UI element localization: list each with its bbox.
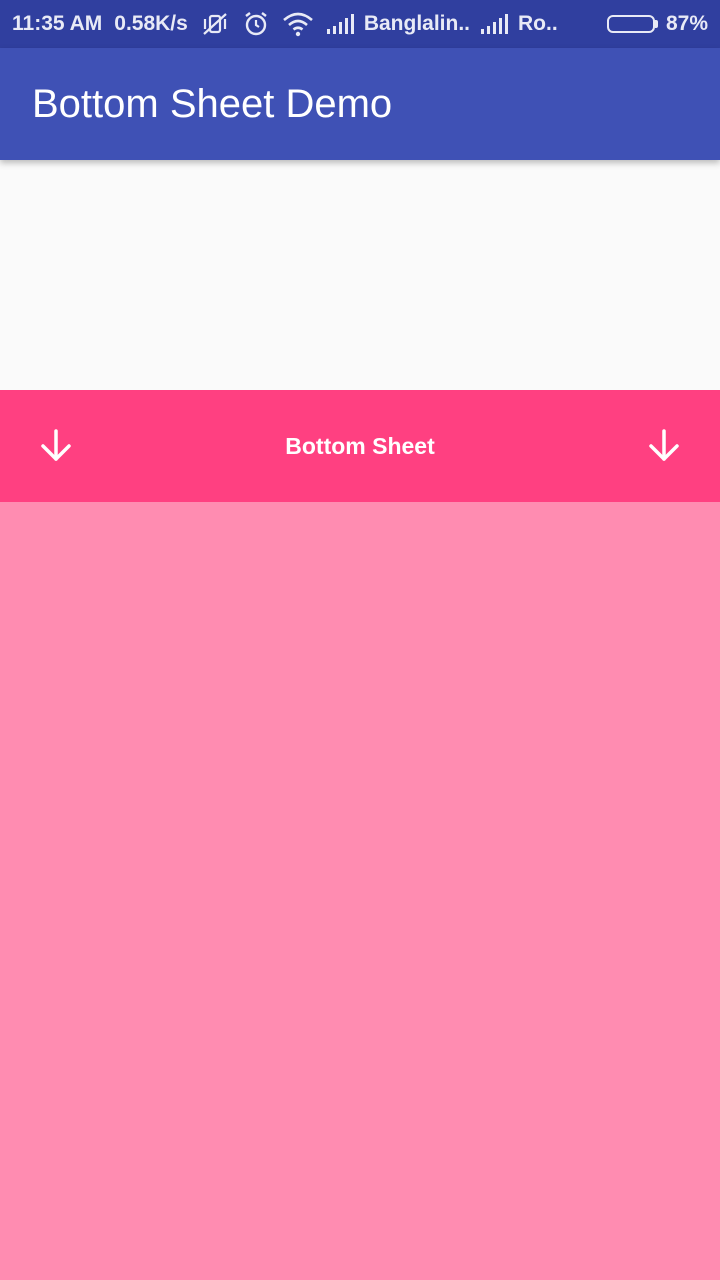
alarm-icon: [242, 10, 270, 38]
status-bar: 11:35 AM 0.58K/s Banglalin.. Ro.. 87%: [0, 0, 720, 48]
signal-icon: [480, 13, 510, 35]
arrow-down-icon[interactable]: [644, 426, 684, 466]
status-carrier-2: Ro..: [518, 12, 558, 35]
bottom-sheet-title: Bottom Sheet: [285, 432, 435, 459]
status-carrier-1: Banglalin..: [363, 12, 471, 35]
app-bar: Bottom Sheet Demo: [0, 48, 720, 160]
arrow-down-icon[interactable]: [36, 426, 76, 466]
screen: 11:35 AM 0.58K/s Banglalin.. Ro.. 87% Bo…: [0, 0, 720, 1280]
bottom-sheet-header[interactable]: Bottom Sheet: [0, 390, 720, 502]
app-title: Bottom Sheet Demo: [32, 81, 393, 126]
wifi-icon: [282, 11, 314, 37]
signal-icon: [326, 13, 356, 35]
main-content: [0, 160, 720, 390]
status-time: 11:35 AM: [12, 12, 103, 35]
bottom-sheet-body: [0, 502, 720, 1280]
vibrate-off-icon: [200, 11, 230, 37]
battery-icon: [606, 15, 658, 33]
status-network-speed: 0.58K/s: [114, 12, 188, 35]
battery-percent: 87%: [665, 12, 708, 35]
